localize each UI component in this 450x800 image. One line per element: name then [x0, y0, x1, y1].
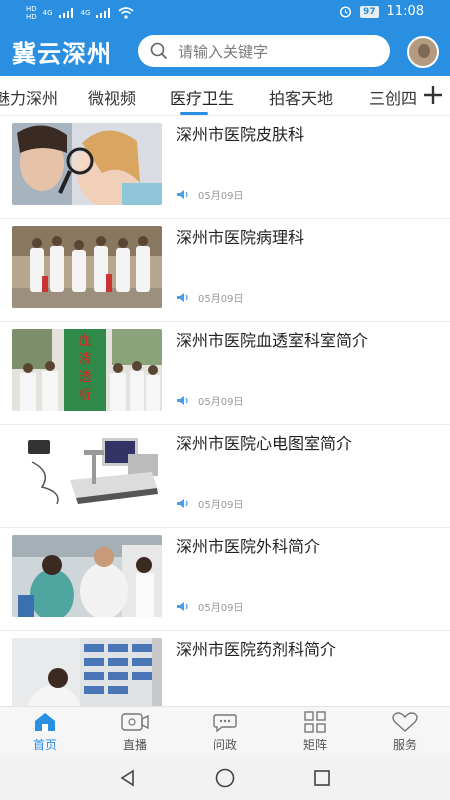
home-circle-icon[interactable]	[214, 767, 236, 789]
status-bar: HD HD 4G 4G 97 11:08	[0, 0, 450, 26]
nav-live-label: 直播	[122, 737, 147, 752]
article-thumbnail	[12, 226, 162, 308]
audio-icon	[177, 293, 188, 302]
nav-home-label: 首页	[32, 737, 57, 752]
list-item[interactable]: 血 液 透 析 深州市医院血透室科室简介 05月09日	[0, 322, 450, 425]
article-date: 05月09日	[198, 294, 244, 305]
network-label-1: 4G	[42, 9, 53, 17]
chat-icon	[213, 713, 237, 732]
plus-icon	[424, 86, 442, 104]
article-list: 深州市医院皮肤科 05月09日 深州市医院病理科 05月09日 血 液 透 析 …	[0, 116, 450, 706]
sign-char-2: 液	[78, 352, 91, 367]
back-icon[interactable]	[118, 768, 138, 788]
article-thumbnail	[12, 535, 162, 617]
article-meta: 05月09日	[176, 393, 243, 408]
pharmacy-image	[12, 638, 162, 706]
network-label-2: 4G	[80, 9, 91, 17]
home-icon	[35, 712, 55, 731]
list-item[interactable]: 深州市医院药剂科简介	[0, 631, 450, 706]
nav-home[interactable]: 首页	[0, 707, 90, 756]
hd-label-1: HD	[26, 5, 37, 13]
user-avatar[interactable]	[407, 36, 439, 68]
app-header: 冀云深州 请输入关键字	[0, 26, 450, 76]
article-title: 深州市医院病理科	[176, 228, 305, 247]
bottom-nav: 首页 直播 问政 矩阵 服务	[0, 706, 450, 756]
sign-char-1: 血	[78, 334, 91, 349]
article-title: 深州市医院药剂科简介	[176, 640, 337, 659]
article-meta: 05月09日	[176, 187, 243, 202]
ecg-image	[12, 432, 162, 514]
alarm-icon	[339, 6, 352, 18]
article-date: 05月09日	[198, 397, 244, 408]
clock: 11:08	[386, 4, 424, 19]
active-tab-indicator	[180, 112, 208, 115]
search-icon	[150, 42, 168, 60]
search-box[interactable]: 请输入关键字	[138, 35, 390, 67]
list-item[interactable]: 深州市医院皮肤科 05月09日	[0, 116, 450, 219]
nav-service-label: 服务	[392, 737, 417, 752]
list-item[interactable]: 深州市医院病理科 05月09日	[0, 219, 450, 322]
app-logo-text: 冀云深州	[12, 39, 112, 68]
category-tabs: 魅力深州 微视频 医疗卫生 拍客天地 三创四	[0, 76, 450, 116]
signal-bars-icon	[58, 8, 73, 18]
article-thumbnail	[12, 638, 162, 706]
surgery-image	[12, 535, 162, 617]
article-meta: 05月09日	[176, 496, 243, 511]
system-nav-bar	[0, 756, 450, 800]
list-item[interactable]: 深州市医院外科简介 05月09日	[0, 528, 450, 631]
article-meta: 05月09日	[176, 290, 243, 305]
signal-area: HD HD 4G 4G	[26, 5, 134, 21]
wifi-icon	[118, 7, 134, 19]
dermatology-image	[12, 123, 162, 205]
nav-matrix-label: 矩阵	[302, 737, 327, 752]
dialysis-image: 血 液 透 析	[12, 329, 162, 411]
sign-char-4: 析	[78, 388, 91, 403]
article-title: 深州市医院血透室科室简介	[176, 331, 369, 350]
grid-icon	[304, 710, 326, 733]
heart-icon	[392, 711, 418, 732]
nav-live[interactable]: 直播	[90, 707, 180, 756]
article-meta: 05月09日	[176, 599, 243, 614]
audio-icon	[177, 190, 188, 199]
nav-matrix[interactable]: 矩阵	[270, 707, 360, 756]
article-title: 深州市医院心电图室简介	[176, 434, 353, 453]
tab-meili-shenzhou[interactable]: 魅力深州	[0, 85, 58, 109]
pathology-image	[12, 226, 162, 308]
sign-char-3: 透	[78, 370, 91, 385]
article-date: 05月09日	[198, 500, 244, 511]
audio-icon	[177, 602, 188, 611]
hd-label-2: HD	[26, 13, 37, 21]
article-thumbnail	[12, 123, 162, 205]
nav-inquiry[interactable]: 问政	[180, 707, 270, 756]
signal-bars-icon-2	[96, 8, 111, 18]
article-title: 深州市医院外科简介	[176, 537, 321, 556]
nav-inquiry-label: 问政	[212, 737, 237, 752]
tab-sanchuang[interactable]: 三创四	[369, 85, 417, 109]
status-right: 97 11:08	[339, 4, 424, 19]
camera-icon	[121, 712, 149, 731]
tab-paike-tiandi[interactable]: 拍客天地	[269, 85, 333, 109]
article-thumbnail: 血 液 透 析	[12, 329, 162, 411]
list-item[interactable]: 深州市医院心电图室简介 05月09日	[0, 425, 450, 528]
tab-micro-video[interactable]: 微视频	[88, 85, 136, 109]
nav-service[interactable]: 服务	[360, 707, 450, 756]
article-date: 05月09日	[198, 191, 244, 202]
article-thumbnail	[12, 432, 162, 514]
article-title: 深州市医院皮肤科	[176, 125, 305, 144]
search-placeholder: 请输入关键字	[178, 42, 269, 61]
article-date: 05月09日	[198, 603, 244, 614]
tab-medical-health[interactable]: 医疗卫生	[170, 85, 234, 109]
audio-icon	[177, 499, 188, 508]
add-tab-button[interactable]	[416, 76, 450, 114]
hd-labels: HD HD	[26, 5, 37, 21]
audio-icon	[177, 396, 188, 405]
recent-apps-icon[interactable]	[312, 768, 332, 788]
battery-indicator: 97	[360, 5, 379, 18]
